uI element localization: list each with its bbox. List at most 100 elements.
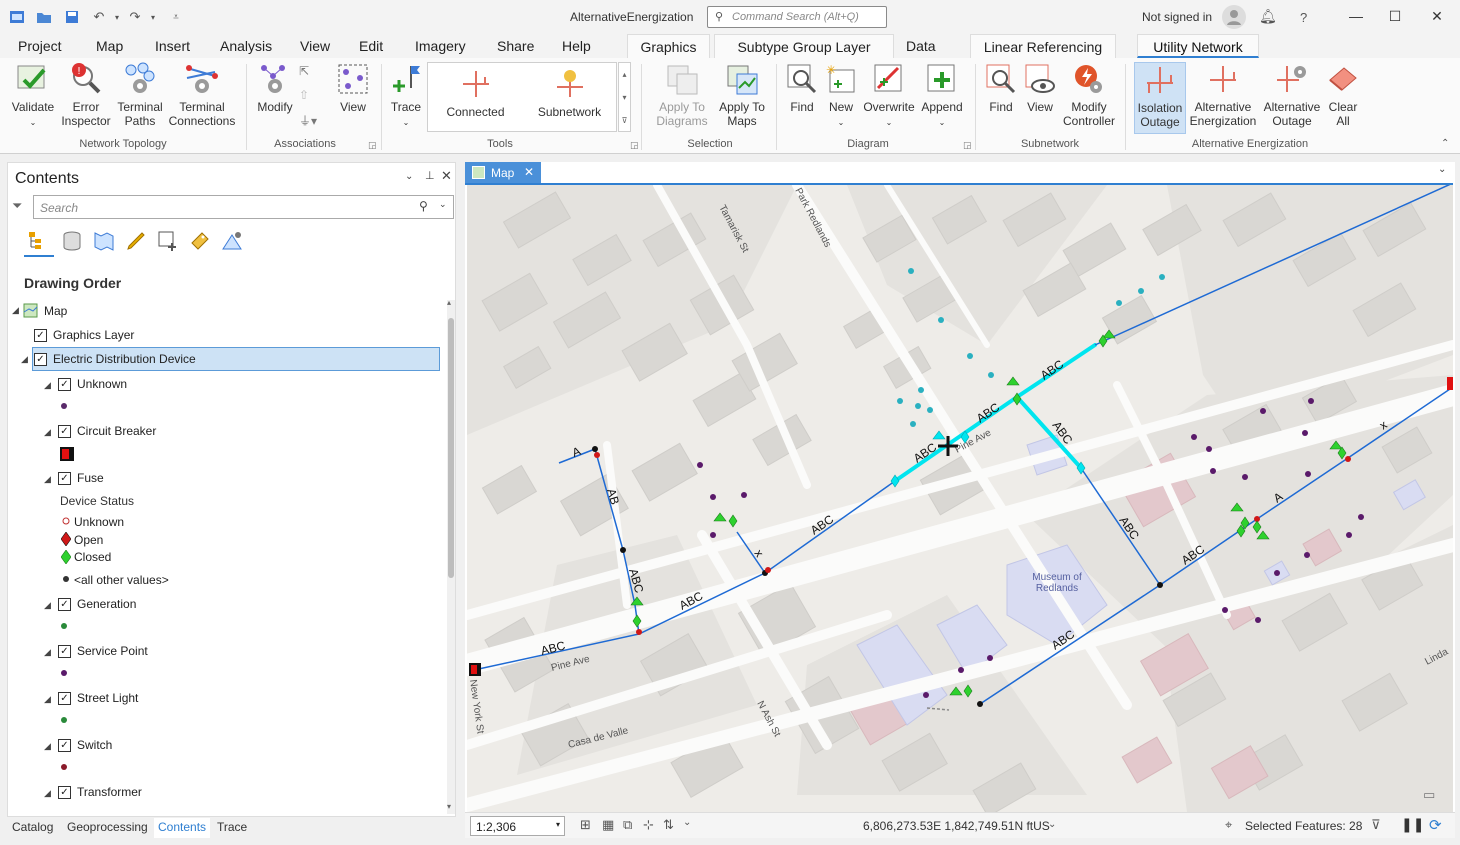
collapse-arrow-icon[interactable]: ◢	[44, 380, 51, 391]
pane-options-icon[interactable]: ⌄	[405, 171, 413, 182]
tab-analysis[interactable]: Analysis	[220, 38, 272, 54]
scale-selector[interactable]: 1:2,306 ▾	[470, 816, 565, 836]
diagram-overwrite-button[interactable]: Overwrite ⌄	[861, 62, 917, 130]
filter-icon[interactable]: ⏷	[12, 198, 22, 214]
scale-dropdown-icon[interactable]: ▾	[556, 820, 560, 829]
tree-item-map[interactable]: Map	[23, 303, 67, 318]
tree-item-fuse[interactable]: ✓ Fuse	[58, 471, 104, 485]
tab-project[interactable]: Project	[18, 38, 62, 54]
tab-catalog[interactable]: Catalog	[12, 820, 53, 834]
diagram-launcher-icon[interactable]: ◲	[963, 140, 972, 151]
signin-status[interactable]: Not signed in	[1142, 10, 1212, 24]
help-icon[interactable]: ?	[1300, 10, 1307, 25]
list-by-perspective-imagery-icon[interactable]	[220, 229, 244, 253]
map-canvas[interactable]: Tamarisk St Park Redlands Pine Ave Pine …	[467, 185, 1453, 812]
maximize-button[interactable]: ☐	[1383, 8, 1407, 26]
tab-data[interactable]: Data	[906, 38, 936, 54]
terminal-connections-button[interactable]: Terminal Connections	[168, 62, 236, 128]
terminal-paths-button[interactable]: Terminal Paths	[114, 62, 166, 128]
graphics-layer-checkbox[interactable]: ✓	[34, 328, 47, 342]
list-by-editing-icon[interactable]	[124, 229, 148, 253]
diagram-find-button[interactable]: Find	[783, 62, 821, 114]
associations-launcher-icon[interactable]: ◲	[368, 140, 377, 151]
map-view-tab[interactable]: Map ✕	[465, 162, 541, 183]
clear-all-button[interactable]: Clear All	[1326, 62, 1360, 128]
switch-checkbox[interactable]: ✓	[58, 738, 71, 752]
tab-share[interactable]: Share	[497, 38, 534, 54]
tools-launcher-icon[interactable]: ◲	[630, 140, 639, 151]
subnetwork-trace-button[interactable]: Subnetwork	[532, 67, 607, 119]
customize-quick-access-icon[interactable]: ⩡	[167, 8, 185, 26]
map-overview-icon[interactable]: ▭	[1423, 787, 1445, 803]
modify-controller-button[interactable]: Modify Controller	[1060, 62, 1118, 128]
tab-linear-referencing[interactable]: Linear Referencing	[970, 34, 1116, 58]
connected-trace-button[interactable]: Connected	[438, 67, 513, 119]
associations-modify-button[interactable]: Modify	[253, 62, 297, 114]
tree-item-circuit-breaker[interactable]: ✓ Circuit Breaker	[58, 424, 156, 438]
tab-view[interactable]: View	[300, 38, 330, 54]
collapse-arrow-icon[interactable]: ◢	[44, 647, 51, 658]
undo-dropdown-icon[interactable]: ▾	[108, 8, 126, 26]
pause-drawing-icon[interactable]: ❚❚	[1401, 816, 1424, 833]
service-point-checkbox[interactable]: ✓	[58, 644, 71, 658]
transformer-checkbox[interactable]: ✓	[58, 785, 71, 799]
tree-item-service-point[interactable]: ✓ Service Point	[58, 644, 148, 658]
undo-icon[interactable]: ↶	[90, 8, 108, 26]
rotation-icon[interactable]: ⇅	[663, 817, 674, 833]
circuit-breaker-checkbox[interactable]: ✓	[58, 424, 71, 438]
diagram-new-button[interactable]: ✳ New ⌄	[822, 62, 860, 130]
tab-map[interactable]: Map	[96, 38, 123, 54]
tab-imagery[interactable]: Imagery	[415, 38, 466, 54]
scroll-up-icon[interactable]: ▴	[447, 298, 451, 307]
tree-item-transformer[interactable]: ✓ Transformer	[58, 785, 142, 799]
redo-icon[interactable]: ↷	[126, 8, 144, 26]
avatar-icon[interactable]	[1222, 5, 1246, 29]
collapse-arrow-icon[interactable]: ◢	[44, 788, 51, 799]
collapse-arrow-icon[interactable]: ◢	[44, 741, 51, 752]
tree-item-street-light[interactable]: ✓ Street Light	[58, 691, 138, 705]
filter-selected-icon[interactable]: ⊽	[1371, 817, 1381, 833]
fixed-zoom-icon[interactable]: ⊞	[580, 817, 591, 833]
tree-item-electric-distribution-device[interactable]: ✓ Electric Distribution Device	[34, 352, 196, 366]
tab-geoprocessing[interactable]: Geoprocessing	[67, 820, 148, 834]
snapping-icon[interactable]: ⊹	[643, 817, 654, 833]
generation-checkbox[interactable]: ✓	[58, 597, 71, 611]
tab-subtype-group-layer[interactable]: Subtype Group Layer	[714, 34, 894, 58]
contents-search-input[interactable]: Search ⚲ ⌄	[33, 195, 454, 219]
expand-extent-icon[interactable]: ⧉	[623, 817, 632, 833]
gallery-scroll[interactable]: ▴ ▾ ⊽	[618, 62, 631, 132]
tab-graphics[interactable]: Graphics	[627, 34, 710, 58]
tree-item-generation[interactable]: ✓ Generation	[58, 597, 136, 611]
tab-utility-network[interactable]: Utility Network	[1137, 34, 1259, 58]
close-map-tab-icon[interactable]: ✕	[524, 165, 534, 179]
search-options-icon[interactable]: ⌄	[439, 199, 447, 210]
subnetwork-find-button[interactable]: Find	[982, 62, 1020, 114]
isolation-outage-button[interactable]: Isolation Outage	[1134, 62, 1186, 134]
tab-help[interactable]: Help	[562, 38, 591, 54]
save-icon[interactable]	[63, 8, 81, 26]
select-association-icon[interactable]: ⇱	[299, 64, 319, 80]
trace-button[interactable]: Trace ⌄	[386, 62, 426, 130]
tab-edit[interactable]: Edit	[359, 38, 383, 54]
list-by-snapping-icon[interactable]	[156, 229, 180, 253]
subnetwork-view-button[interactable]: View	[1021, 62, 1059, 114]
close-window-button[interactable]: ✕	[1425, 8, 1449, 26]
notification-bell-icon[interactable]: 🔔︎	[1259, 8, 1277, 25]
map-svg[interactable]: Tamarisk St Park Redlands Pine Ave Pine …	[467, 185, 1453, 812]
collapse-arrow-icon[interactable]: ◢	[44, 600, 51, 611]
collapse-arrow-icon[interactable]: ◢	[44, 474, 51, 485]
list-by-labeling-icon[interactable]	[188, 229, 212, 253]
selection-icon[interactable]: ⌖	[1225, 817, 1232, 833]
list-by-selection-icon[interactable]	[92, 229, 116, 253]
unknown-checkbox[interactable]: ✓	[58, 377, 71, 391]
tab-trace[interactable]: Trace	[217, 820, 247, 834]
diagram-append-button[interactable]: Append ⌄	[918, 62, 966, 130]
collapse-arrow-icon[interactable]: ◢	[44, 694, 51, 705]
associations-view-button[interactable]: View	[333, 62, 373, 114]
redo-dropdown-icon[interactable]: ▾	[144, 8, 162, 26]
collapse-arrow-icon[interactable]: ◢	[21, 354, 28, 365]
list-by-drawing-order-icon[interactable]	[26, 229, 50, 253]
validate-button[interactable]: Validate ⌄	[8, 62, 58, 130]
more-tools-dropdown-icon[interactable]: ⌄	[683, 817, 691, 828]
edd-checkbox[interactable]: ✓	[34, 352, 47, 366]
